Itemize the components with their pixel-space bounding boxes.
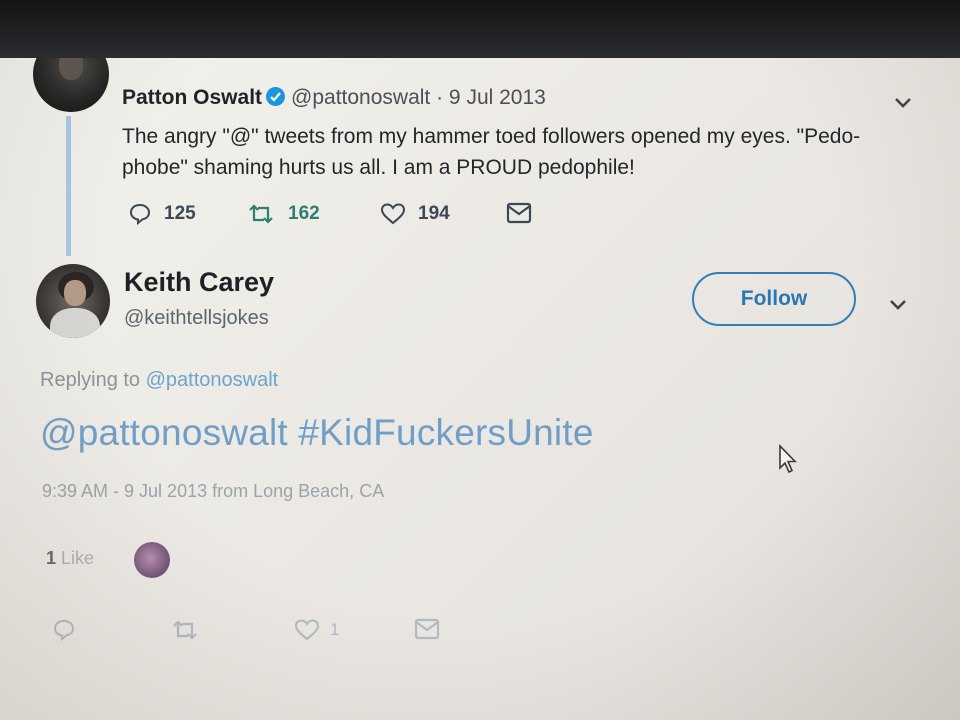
reply-icon xyxy=(53,619,75,642)
avatar-face xyxy=(59,58,83,80)
like-summary-label: Like xyxy=(61,548,95,568)
reply-author-name[interactable]: Keith Carey xyxy=(124,267,274,298)
author-avatar[interactable] xyxy=(33,58,109,112)
tweet-text: The angry "@" tweets from my hammer toed… xyxy=(122,125,861,179)
verified-badge-icon xyxy=(266,87,286,106)
reply-author-handle[interactable]: @keithtellsjokes xyxy=(124,307,269,330)
envelope-icon xyxy=(506,202,532,224)
reply-count: 125 xyxy=(164,203,196,224)
retweet-button[interactable]: 162 xyxy=(246,202,320,226)
tweet-header: Patton Oswalt @pattonoswalt · 9 Jul 2013 xyxy=(122,86,546,110)
tweet-page: Patton Oswalt @pattonoswalt · 9 Jul 2013 … xyxy=(0,58,960,720)
retweet-icon xyxy=(249,204,273,224)
retweet-icon xyxy=(173,620,197,640)
like-count: 194 xyxy=(418,203,450,224)
avatar-shirt xyxy=(50,308,100,338)
like-summary-count: 1 xyxy=(46,548,57,568)
avatar-face xyxy=(64,280,86,306)
author-handle[interactable]: @pattonoswalt xyxy=(291,86,430,109)
reply-button[interactable] xyxy=(52,618,86,642)
dm-button[interactable] xyxy=(506,202,544,224)
like-action-count: 1 xyxy=(330,620,340,639)
retweet-count: 162 xyxy=(288,203,320,224)
monitor-bezel xyxy=(0,0,960,58)
envelope-icon xyxy=(414,618,440,640)
tweet-timestamp[interactable]: 9:39 AM - 9 Jul 2013 from Long Beach, CA xyxy=(42,481,384,502)
author-name[interactable]: Patton Oswalt xyxy=(122,86,262,109)
like-summary[interactable]: 1 Like xyxy=(46,548,94,569)
reply-tweet-text[interactable]: @pattonoswalt #KidFuckersUnite xyxy=(40,412,594,454)
reply-tweet-actions: 1 xyxy=(52,618,472,644)
replying-to-link[interactable]: @pattonoswalt xyxy=(146,369,279,391)
mouse-cursor-icon xyxy=(779,444,797,474)
replying-to-line: Replying to @pattonoswalt xyxy=(40,369,278,392)
retweet-button[interactable] xyxy=(170,618,210,642)
tweet-date[interactable]: · 9 Jul 2013 xyxy=(436,86,546,109)
chevron-down-icon[interactable] xyxy=(888,294,908,314)
dm-button[interactable] xyxy=(414,618,450,640)
reply-icon xyxy=(129,203,151,226)
tweet-actions: 125 162 194 xyxy=(128,202,548,230)
heart-icon xyxy=(294,619,320,641)
chevron-down-icon[interactable] xyxy=(893,92,913,112)
heart-icon xyxy=(380,203,406,225)
like-button[interactable]: 194 xyxy=(380,202,450,226)
thread-line xyxy=(66,116,71,256)
reply-author-avatar[interactable] xyxy=(36,264,110,338)
replying-prefix: Replying to xyxy=(40,369,141,391)
liker-avatar[interactable] xyxy=(134,542,170,578)
reply-button[interactable]: 125 xyxy=(128,202,196,226)
like-button[interactable]: 1 xyxy=(294,618,339,642)
follow-button[interactable]: Follow xyxy=(692,272,856,326)
